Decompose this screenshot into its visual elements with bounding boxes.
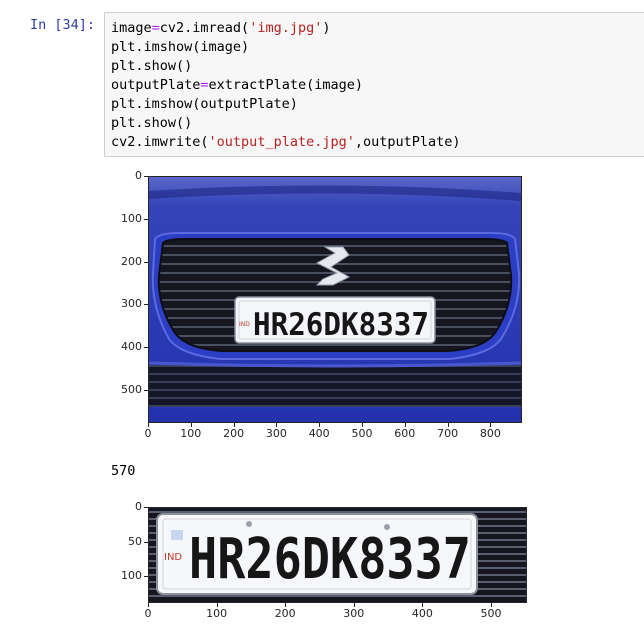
plate-number: HR26DK8337: [253, 307, 429, 343]
tick-mark: [490, 423, 492, 427]
tick-mark: [285, 603, 287, 607]
code-cell-input[interactable]: image=cv2.imread('img.jpg') plt.imshow(i…: [104, 12, 644, 157]
code-token: cv2.imwrite(: [111, 134, 209, 150]
y-tick-label: 100: [121, 211, 142, 225]
tick-mark: [144, 304, 148, 306]
y-tick-label: 50: [128, 534, 142, 548]
code-token: image: [111, 20, 152, 36]
code-token: outputPlate: [111, 77, 201, 93]
x-tick-label: 600: [394, 427, 416, 440]
tick-mark: [144, 218, 148, 220]
tick-mark: [362, 423, 363, 427]
x-tick-label: 300: [265, 427, 287, 440]
tick-mark: [216, 603, 218, 607]
code-token: plt.show(): [111, 115, 193, 131]
stdout-output: 570: [111, 463, 136, 479]
y-tick-label: 300: [121, 297, 142, 311]
tick-mark: [148, 603, 149, 607]
y-tick-label: 0: [135, 500, 142, 513]
plate-image: IND HR26DK8337: [149, 508, 526, 602]
x-tick-label: 100: [206, 607, 228, 620]
x-tick-label: 0: [144, 607, 152, 620]
x-tick-label: 400: [308, 427, 330, 440]
x-tick-label: 700: [437, 427, 459, 440]
code-token: cv2.imread(: [159, 20, 250, 36]
code-editor[interactable]: image=cv2.imread('img.jpg') plt.imshow(i…: [111, 19, 461, 152]
code-token: ,outputPlate): [354, 134, 461, 150]
tick-mark: [144, 541, 148, 543]
code-token: extractPlate(image): [208, 77, 363, 93]
input-prompt: In [34]:: [30, 17, 96, 33]
tick-mark: [404, 423, 406, 427]
y-tick-label: 200: [121, 254, 142, 268]
tick-mark: [144, 347, 148, 349]
tick-mark: [491, 603, 492, 607]
code-token: ): [322, 20, 331, 36]
tick-mark: [148, 423, 149, 427]
y-tick-label: 500: [121, 383, 142, 396]
tick-mark: [319, 423, 321, 427]
tick-mark: [422, 603, 424, 607]
car-image-axes: IND HR26DK8337: [148, 176, 522, 423]
tick-mark: [276, 423, 278, 427]
code-token: plt.show(): [111, 58, 193, 74]
code-token: plt.imshow(image): [111, 39, 250, 55]
x-tick-label: 0: [144, 427, 152, 440]
tick-mark: [447, 423, 449, 427]
x-tick-label: 200: [274, 607, 296, 620]
x-tick-label: 100: [180, 427, 202, 440]
plate-image-axes: IND HR26DK8337: [148, 507, 527, 603]
code-token: 'img.jpg': [249, 20, 323, 36]
y-tick-label: 100: [121, 569, 142, 582]
y-tick-label: 0: [135, 169, 142, 182]
tick-mark: [144, 390, 148, 391]
x-tick-label: 500: [480, 607, 502, 620]
tick-mark: [144, 261, 148, 263]
tick-mark: [353, 603, 355, 607]
tick-mark: [144, 176, 148, 177]
tick-mark: [233, 423, 235, 427]
tick-mark: [144, 507, 148, 508]
code-token: 'output_plate.jpg': [208, 134, 355, 150]
x-tick-label: 300: [343, 607, 365, 620]
tick-mark: [190, 423, 192, 427]
tick-mark: [144, 576, 148, 577]
plate-badge: IND: [164, 552, 182, 563]
code-token: plt.imshow(outputPlate): [111, 96, 298, 112]
car-image: IND HR26DK8337: [149, 177, 521, 422]
code-token: =: [200, 77, 209, 93]
x-tick-label: 500: [351, 427, 373, 440]
plate-badge: IND: [239, 321, 250, 328]
code-token: =: [151, 20, 160, 36]
y-tick-label: 400: [121, 340, 142, 354]
x-tick-label: 800: [479, 427, 501, 440]
plate-number: HR26DK8337: [189, 527, 471, 592]
x-tick-label: 400: [411, 607, 433, 620]
x-tick-label: 200: [223, 427, 245, 440]
